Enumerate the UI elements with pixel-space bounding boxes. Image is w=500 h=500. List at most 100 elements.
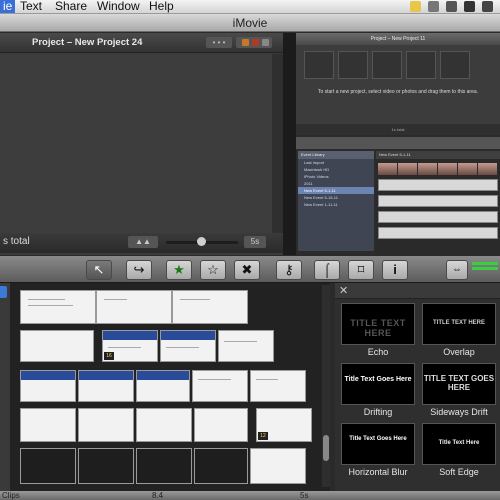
event-clip[interactable]	[378, 195, 498, 207]
project-area[interactable]	[0, 54, 272, 251]
tray-icon[interactable]	[410, 1, 421, 12]
project-view-buttons[interactable]: • • •	[206, 37, 232, 48]
pane-divider[interactable]	[283, 33, 296, 255]
titles-browser: ✕ TITLE TEXT HERE Echo TITLE TEXT HERE O…	[335, 283, 500, 491]
event-clip[interactable]	[398, 163, 417, 175]
project-title: Project – New Project 24	[32, 37, 143, 48]
event-clip[interactable]	[378, 179, 498, 191]
unmark-star-icon[interactable]: ☆	[200, 260, 226, 280]
zoom-slider-knob[interactable]	[197, 237, 206, 246]
menu-imovie[interactable]: ie	[0, 0, 16, 13]
title-caption: Soft Edge	[439, 467, 479, 477]
favorite-star-icon[interactable]: ★	[166, 260, 192, 280]
event-library-item[interactable]: Macintosh HD	[298, 166, 374, 173]
event-library-item[interactable]: 2011	[298, 180, 374, 187]
bluetooth-icon[interactable]	[446, 1, 457, 12]
thumbnail-size-button[interactable]: ▲▲	[128, 236, 158, 248]
title-caption: Echo	[367, 347, 389, 357]
clip-thumbnail[interactable]	[136, 448, 192, 484]
clip-thumbnail[interactable]	[250, 448, 306, 484]
swap-icon[interactable]: ⇔	[446, 260, 468, 280]
clip-thumbnail[interactable]	[78, 448, 134, 484]
event-library-item-selected[interactable]: New Event 5-1-11	[298, 187, 374, 194]
volume-icon[interactable]	[482, 1, 493, 12]
event-clip[interactable]	[378, 227, 498, 239]
select-arrow-icon[interactable]: ↖	[86, 260, 112, 280]
menu-text[interactable]: Text	[20, 0, 42, 13]
clip-thumbnail[interactable]	[20, 330, 94, 362]
menu-share[interactable]: Share	[55, 0, 87, 13]
title-caption: Sideways Drift	[430, 407, 488, 417]
browser-scrollbar[interactable]	[322, 285, 330, 487]
clip-thumbnail[interactable]	[20, 290, 96, 324]
event-clip[interactable]	[478, 163, 497, 175]
clip-thumbnail[interactable]	[96, 290, 172, 324]
placeholder-cell	[440, 51, 470, 79]
title-preview: TITLE TEXT HERE	[432, 320, 485, 326]
clip-thumbnail[interactable]	[78, 370, 134, 402]
clip-thumbnail[interactable]	[136, 370, 190, 402]
title-style-drifting[interactable]: Title Text Goes Here	[341, 363, 415, 405]
settings-icon[interactable]	[262, 39, 269, 46]
event-library: Event Library Last Import Macintosh HD i…	[298, 151, 374, 251]
reject-icon[interactable]: ✖	[234, 260, 260, 280]
add-to-project-icon[interactable]: ↪	[126, 260, 152, 280]
voiceover-mic-icon[interactable]: ⌠	[314, 260, 340, 280]
duration-readout: 8.4	[152, 491, 164, 500]
event-title: New Event 5-1-11	[376, 151, 500, 159]
title-style-echo[interactable]: TITLE TEXT HERE	[341, 303, 415, 345]
clip-thumbnail[interactable]	[20, 370, 76, 402]
title-caption: Overlap	[443, 347, 475, 357]
clip-thumbnail[interactable]	[192, 370, 248, 402]
event-library-item[interactable]: New Event 5-15-11	[298, 194, 374, 201]
tray-icon[interactable]	[428, 1, 439, 12]
project-toggle-buttons[interactable]	[236, 37, 272, 48]
wifi-icon[interactable]	[464, 1, 475, 12]
clip-thumbnail[interactable]	[20, 448, 76, 484]
event-library-item[interactable]: iPhoto Videos	[298, 173, 374, 180]
clips-filter-label[interactable]: Clips	[2, 491, 20, 500]
title-style-horizontal-blur[interactable]: Title Text Goes Here	[341, 423, 415, 465]
menu-bar: ie Text Share Window Help	[0, 0, 500, 14]
event-library-item[interactable]: Last Import	[298, 159, 374, 166]
event-clip[interactable]	[458, 163, 477, 175]
main-toolbar: ↖ ↪ ★ ☆ ✖ ⚷ ⌠ ⌑ i ⇔	[0, 255, 500, 283]
title-preview: TITLE TEXT GOES HERE	[423, 374, 495, 392]
menu-help[interactable]: Help	[149, 0, 174, 13]
title-style-overlap[interactable]: TITLE TEXT HERE	[422, 303, 496, 345]
clip-thumbnail[interactable]	[136, 408, 192, 442]
event-clip[interactable]	[438, 163, 457, 175]
empty-project-message: To start a new project, select video or …	[317, 89, 479, 95]
clip-count-badge: 12	[258, 432, 268, 440]
duration-button[interactable]: 5s	[244, 236, 266, 248]
title-preview: TITLE TEXT HERE	[350, 318, 406, 338]
crop-icon[interactable]: ⌑	[348, 260, 374, 280]
clip-thumbnail[interactable]	[250, 370, 306, 402]
secondary-toolbar	[296, 137, 500, 149]
thumbnail-duration[interactable]: 5s	[300, 491, 308, 500]
project-scrollbar[interactable]	[272, 54, 283, 251]
clip-thumbnail[interactable]	[194, 448, 248, 484]
clip-thumbnail[interactable]	[172, 290, 248, 324]
inspector-info-icon[interactable]: i	[382, 260, 408, 280]
close-icon[interactable]: ✕	[339, 284, 348, 297]
title-style-soft-edge[interactable]: Title Text Here	[422, 423, 496, 465]
title-preview: Title Text Here	[438, 440, 480, 446]
project-total-label: s total	[3, 236, 30, 247]
event-clip[interactable]	[418, 163, 437, 175]
event-library-item[interactable]: New Event 1-11-11	[298, 201, 374, 208]
event-clip[interactable]	[378, 163, 397, 175]
music-icon[interactable]	[242, 39, 249, 46]
clip-thumbnail[interactable]	[78, 408, 134, 442]
record-icon[interactable]	[252, 39, 259, 46]
keyword-icon[interactable]: ⚷	[276, 260, 302, 280]
clip-thumbnail[interactable]	[160, 330, 216, 362]
clip-thumbnail[interactable]	[218, 330, 274, 362]
menu-window[interactable]: Window	[97, 0, 140, 13]
placeholder-cell	[338, 51, 368, 79]
event-clip[interactable]	[378, 211, 498, 223]
secondary-footer: 1s total	[296, 124, 500, 135]
clip-thumbnail[interactable]	[194, 408, 248, 442]
title-style-sideways-drift[interactable]: TITLE TEXT GOES HERE	[422, 363, 496, 405]
clip-thumbnail[interactable]	[20, 408, 76, 442]
